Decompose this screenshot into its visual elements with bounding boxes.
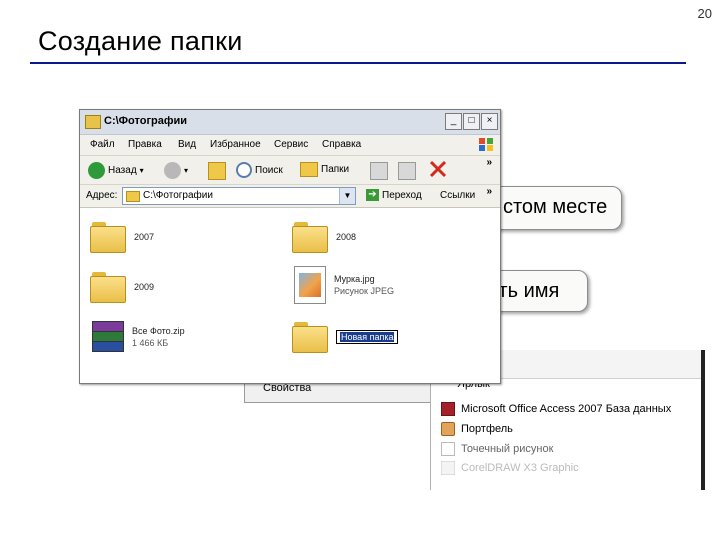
file-item-folder-2007[interactable]: 2007 (90, 222, 155, 253)
folders-icon (300, 162, 318, 177)
up-button[interactable] (208, 162, 226, 180)
folder-icon (90, 222, 126, 253)
file-item-image[interactable]: Мурка.jpg Рисунок JPEG (294, 266, 394, 304)
folder-icon (90, 272, 126, 303)
jpeg-image-icon (294, 266, 326, 304)
delete-button[interactable] (428, 159, 448, 179)
move-to-button[interactable] (370, 162, 388, 180)
coreldraw-icon (441, 461, 455, 475)
briefcase-icon (441, 422, 455, 436)
file-name: Все Фото.zip (132, 326, 185, 336)
slide-title: Создание папки (38, 26, 243, 56)
menu-help[interactable]: Справка (322, 139, 361, 150)
folders-label: Папки (321, 164, 350, 175)
submenu-item-label: Microsoft Office Access 2007 База данных (461, 403, 672, 415)
links-overflow-icon[interactable]: » (486, 186, 492, 197)
submenu-item-label: Точечный рисунок (461, 443, 554, 455)
links-button[interactable]: Ссылки (440, 190, 475, 201)
submenu-item-access[interactable]: Microsoft Office Access 2007 База данных (441, 402, 671, 416)
go-button[interactable]: ➔ Переход (366, 189, 422, 201)
menu-tools[interactable]: Сервис (274, 139, 308, 150)
go-arrow-icon: ➔ (366, 189, 379, 201)
menu-view[interactable]: Вид (178, 139, 196, 150)
file-name: 2009 (134, 282, 155, 292)
forward-arrow-icon (164, 162, 181, 179)
submenu-item-label: Портфель (461, 423, 513, 435)
back-arrow-icon (88, 162, 105, 179)
copy-to-icon (398, 162, 416, 180)
toolbar: Назад ▾ ▾ Поиск Папки » (80, 156, 500, 185)
go-label: Переход (382, 189, 422, 201)
slide-number: 20 (697, 6, 712, 21)
window-titlebar[interactable]: C:\Фотографии _ □ × (80, 110, 500, 135)
zip-archive-icon (90, 320, 124, 354)
submenu-edge (701, 350, 705, 490)
folder-icon (292, 322, 328, 353)
address-label: Адрес: (86, 190, 118, 201)
address-dropdown-icon[interactable]: ▼ (339, 188, 355, 204)
file-item-zip[interactable]: Все Фото.zip 1 466 КБ (90, 320, 185, 354)
close-button[interactable]: × (481, 113, 498, 130)
search-icon (236, 162, 252, 178)
menu-favorites[interactable]: Избранное (210, 139, 261, 150)
submenu-item-coreldraw[interactable]: CorelDRAW X3 Graphic (441, 461, 579, 475)
file-item-folder-2009[interactable]: 2009 (90, 272, 155, 303)
rename-text: Новая папка (340, 332, 395, 342)
folder-up-icon (208, 162, 226, 180)
explorer-window: C:\Фотографии _ □ × Файл Правка Вид Избр… (79, 109, 501, 384)
menu-edit[interactable]: Правка (128, 139, 162, 150)
submenu-item-label: CorelDRAW X3 Graphic (461, 462, 579, 474)
search-button[interactable]: Поиск (236, 162, 283, 178)
back-button[interactable]: Назад ▾ (88, 162, 144, 179)
title-underline (30, 62, 686, 64)
file-item-new-folder[interactable]: Новая папка (292, 322, 399, 353)
address-input[interactable]: C:\Фотографии ▼ (122, 187, 356, 205)
dropdown-icon: ▾ (184, 166, 189, 175)
submenu-item-briefcase[interactable]: Портфель (441, 422, 513, 436)
minimize-button[interactable]: _ (445, 113, 462, 130)
file-size: 1 466 КБ (132, 338, 169, 348)
address-value: C:\Фотографии (143, 190, 213, 201)
callout-text: стом месте (503, 196, 608, 218)
move-to-icon (370, 162, 388, 180)
toolbar-overflow-icon[interactable]: » (486, 157, 492, 168)
menu-bar: Файл Правка Вид Избранное Сервис Справка (80, 135, 500, 156)
search-label: Поиск (255, 164, 283, 176)
rename-input[interactable]: Новая папка (336, 330, 399, 344)
windows-logo-icon (479, 138, 493, 151)
folder-icon (85, 115, 101, 129)
dropdown-icon: ▾ (139, 166, 144, 175)
maximize-button[interactable]: □ (463, 113, 480, 130)
file-name: 2007 (134, 232, 155, 242)
forward-button[interactable]: ▾ (164, 162, 188, 179)
submenu-item-bitmap[interactable]: Точечный рисунок (441, 442, 553, 456)
folders-button[interactable]: Папки (300, 162, 349, 177)
file-name: Мурка.jpg (334, 274, 375, 284)
access-icon (441, 402, 455, 416)
back-label: Назад (108, 165, 137, 176)
bitmap-icon (441, 442, 455, 456)
file-item-folder-2008[interactable]: 2008 (292, 222, 357, 253)
window-title: C:\Фотографии (104, 115, 188, 127)
file-list: 2007 2008 2009 Мурка.jpg Рисунок JPEG Вс… (80, 208, 500, 383)
menu-file[interactable]: Файл (90, 139, 115, 150)
folder-icon (126, 191, 140, 202)
file-type: Рисунок JPEG (334, 286, 394, 296)
file-name: 2008 (336, 232, 357, 242)
folder-icon (292, 222, 328, 253)
copy-to-button[interactable] (398, 162, 416, 180)
delete-icon (429, 160, 447, 178)
address-bar: Адрес: C:\Фотографии ▼ ➔ Переход Ссылки … (80, 185, 500, 208)
